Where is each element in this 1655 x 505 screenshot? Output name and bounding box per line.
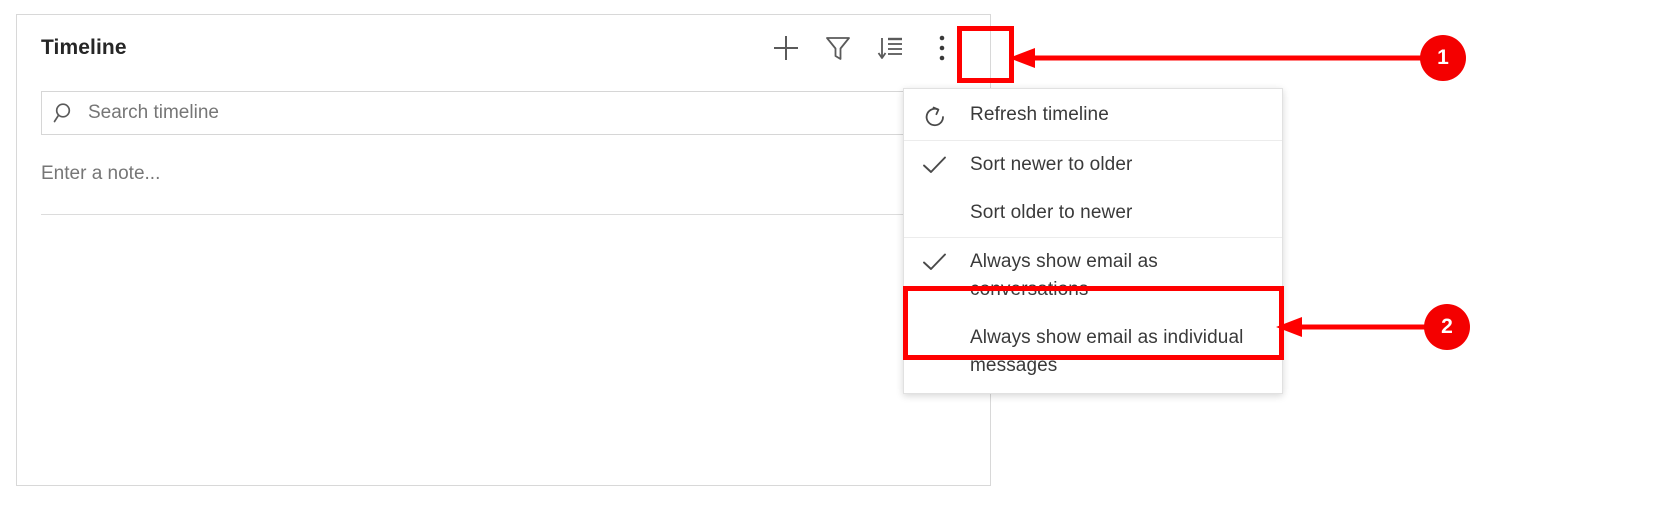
annotation-arrow-1 [1009, 48, 1430, 68]
timeline-panel: Timeline [16, 14, 991, 486]
search-timeline-box[interactable] [41, 91, 966, 135]
filter-button[interactable] [812, 25, 864, 71]
more-vertical-dots-icon [938, 33, 946, 63]
always-show-email-as-individual-messages-menu-item[interactable]: Always show email as individual messages [904, 314, 1282, 390]
sort-button[interactable] [864, 25, 916, 71]
search-input[interactable] [88, 92, 965, 134]
add-record-button[interactable] [760, 25, 812, 71]
search-magnifier-icon [42, 101, 88, 125]
menu-check-placeholder [922, 199, 970, 202]
menu-item-label: Refresh timeline [970, 104, 1109, 125]
annotation-badge-1: 1 [1420, 35, 1466, 81]
sort-newer-to-older-menu-item[interactable]: Sort newer to older [904, 141, 1282, 189]
timeline-toolbar [760, 25, 968, 71]
sort-older-to-newer-menu-item[interactable]: Sort older to newer [904, 189, 1282, 237]
annotation-arrow-2 [1276, 317, 1432, 337]
menu-group-email-display: Always show email as conversations Alway… [904, 237, 1282, 390]
menu-check-placeholder [922, 324, 970, 327]
menu-group-refresh: Refresh timeline [904, 91, 1282, 140]
refresh-circular-arrow-icon [922, 101, 970, 130]
filter-funnel-icon [825, 34, 851, 62]
more-commands-button[interactable] [916, 25, 968, 71]
plus-icon [771, 33, 801, 63]
always-show-email-as-conversations-menu-item[interactable]: Always show email as conversations [904, 238, 1282, 314]
refresh-timeline-menu-item[interactable]: Refresh timeline [904, 91, 1282, 140]
timeline-more-commands-menu: Refresh timeline Sort newer to older Sor… [903, 88, 1283, 394]
menu-group-sort: Sort newer to older Sort older to newer [904, 140, 1282, 237]
menu-item-label: Always show email as conversations [970, 251, 1158, 300]
menu-item-label: Sort newer to older [970, 154, 1133, 175]
annotation-badge-2: 2 [1424, 304, 1470, 350]
menu-item-label: Always show email as individual messages [970, 327, 1244, 376]
checkmark-icon [922, 151, 970, 176]
menu-item-label: Sort older to newer [970, 202, 1133, 223]
note-entry-row[interactable] [41, 163, 966, 215]
sort-descending-icon [876, 34, 904, 62]
checkmark-icon [922, 248, 970, 273]
note-input[interactable] [41, 163, 966, 185]
page-title: Timeline [41, 36, 127, 59]
timeline-panel-header: Timeline [17, 15, 990, 81]
